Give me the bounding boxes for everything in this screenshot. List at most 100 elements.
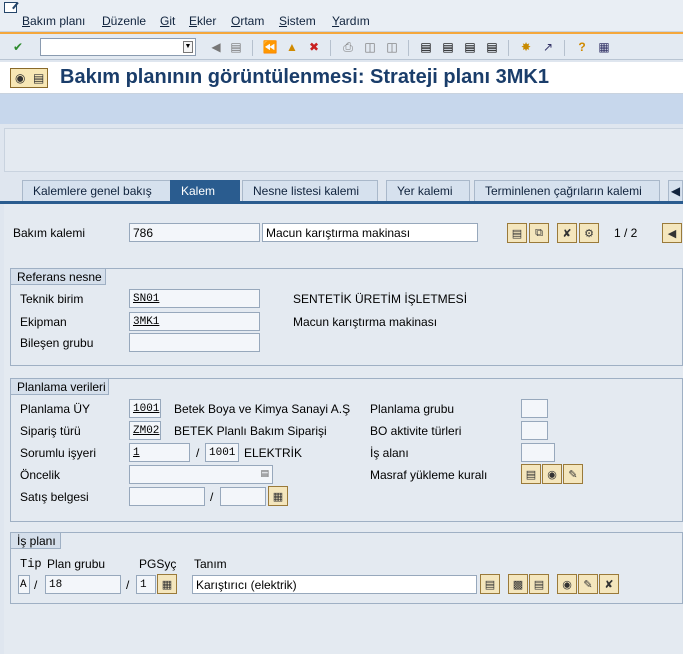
planning-data-group xyxy=(10,378,683,522)
task-description-field[interactable]: Karıştırıcı (elektrik) xyxy=(192,575,477,594)
page-title: Bakım planının görüntülenmesi: Strateji … xyxy=(60,66,549,88)
workcenter-description: ELEKTRİK xyxy=(244,446,303,460)
last-page-icon[interactable]: ▤ xyxy=(484,39,500,55)
order-type-label: Sipariş türü xyxy=(20,424,81,438)
equipment-field[interactable]: 3MK1 xyxy=(129,312,260,331)
application-toolbar xyxy=(0,94,683,124)
menu-duzenle[interactable]: Düzenle xyxy=(102,14,146,28)
task-list-title: İş planı xyxy=(11,533,61,549)
tab-terminlenen-cagrilarin-kalemi[interactable]: Terminlenen çağrıların kalemi xyxy=(474,180,660,202)
menu-yardim[interactable]: Yardım xyxy=(332,14,370,28)
back-arrow-icon[interactable]: ◀ xyxy=(208,39,224,55)
planning-plant-label: Planlama ÜY xyxy=(20,402,91,416)
planning-data-title: Planlama verileri xyxy=(11,379,109,395)
col-description-header: Tanım xyxy=(194,557,227,571)
find-next-icon[interactable]: ◫ xyxy=(384,39,400,55)
tab-nesne-listesi-kalemi[interactable]: Nesne listesi kalemi xyxy=(242,180,378,202)
next-page-icon[interactable]: ▤ xyxy=(462,39,478,55)
new-session-icon[interactable]: ✸ xyxy=(518,39,534,55)
menu-git[interactable]: Git xyxy=(160,14,175,28)
standard-toolbar: ✔ ▼ ◀ ▤ ⏪ ▲ ✖ ⎙ ◫ ◫ ▤ ▤ ▤ ▤ ✸ ↗ ? ▦ xyxy=(0,32,683,60)
planner-group-field[interactable] xyxy=(521,399,548,418)
tab-yer-kalemi[interactable]: Yer kalemi xyxy=(386,180,470,202)
order-type-field[interactable]: ZM02 xyxy=(129,421,161,440)
history-dropdown-icon[interactable]: ▼ xyxy=(183,41,193,53)
col-type-header: Tip xyxy=(20,557,42,571)
shortcut-icon[interactable]: ↗ xyxy=(540,39,556,55)
help-icon[interactable]: ? xyxy=(574,39,590,55)
planning-plant-field[interactable]: 1001 xyxy=(129,399,161,418)
item-description-field[interactable]: Macun karıştırma makinası xyxy=(262,223,478,242)
task-slash: / xyxy=(34,578,38,592)
menu-ortam[interactable]: Ortam xyxy=(231,14,264,28)
workcenter-plant-field[interactable]: 1001 xyxy=(205,443,239,462)
settlement-rule-edit-icon[interactable]: ✎ xyxy=(563,464,583,484)
responsible-workcenter-field[interactable]: 1 xyxy=(129,443,190,462)
first-page-icon[interactable]: ▤ xyxy=(418,39,434,55)
item-number-field[interactable]: 786 xyxy=(129,223,260,242)
priority-select[interactable]: ▤ xyxy=(129,465,273,484)
item-pager: 1 / 2 xyxy=(614,226,638,240)
menu-bar: Bakım planı Düzenle Git Ekler Ortam Sist… xyxy=(0,0,683,32)
previous-item-icon[interactable]: ◀ xyxy=(662,223,682,243)
task-delete-icon[interactable]: ✘ xyxy=(599,574,619,594)
glasses-icon: ◉ xyxy=(15,71,26,85)
copy-item-icon[interactable]: ⧉ xyxy=(529,223,549,243)
activity-type-field[interactable] xyxy=(521,421,548,440)
toolbar-separator xyxy=(564,40,565,56)
task-group-field[interactable]: 18 xyxy=(45,575,121,594)
assembly-label: Bileşen grubu xyxy=(20,336,94,350)
sales-item-field[interactable] xyxy=(220,487,266,506)
command-field[interactable]: ▼ xyxy=(40,38,196,56)
equipment-description: Macun karıştırma makinası xyxy=(293,315,438,329)
title-display-button[interactable]: ◉ ▤ xyxy=(10,68,48,88)
sales-document-field[interactable] xyxy=(129,487,205,506)
task-search-icon[interactable]: ▦ xyxy=(157,574,177,594)
responsible-workcenter-label: Sorumlu işyeri xyxy=(20,446,97,460)
assembly-field[interactable] xyxy=(129,333,260,352)
tab-kalem[interactable]: Kalem xyxy=(170,180,240,202)
task-overview-icon[interactable]: ▩ xyxy=(508,574,528,594)
delete-item-icon[interactable]: ✘ xyxy=(557,223,577,243)
save-icon[interactable]: ▤ xyxy=(228,39,244,55)
task-counter-slash: / xyxy=(126,578,130,592)
item-label: Bakım kalemi xyxy=(13,226,86,240)
business-area-field[interactable] xyxy=(521,443,555,462)
find-icon[interactable]: ◫ xyxy=(362,39,378,55)
system-menu-icon[interactable] xyxy=(4,2,17,13)
print-icon[interactable]: ⎙ xyxy=(340,39,356,55)
previous-page-icon[interactable]: ▤ xyxy=(440,39,456,55)
enter-checkmark-icon[interactable]: ✔ xyxy=(10,39,26,55)
task-glasses-icon[interactable]: ◉ xyxy=(557,574,577,594)
menu-ekler[interactable]: Ekler xyxy=(189,14,216,28)
toolbar-separator xyxy=(330,40,331,56)
header-area xyxy=(4,128,683,172)
settlement-rule-glasses-icon[interactable]: ◉ xyxy=(542,464,562,484)
task-type-field[interactable]: A xyxy=(18,575,30,594)
settlement-rule-display-icon[interactable]: ▤ xyxy=(521,464,541,484)
planning-plant-description: Betek Boya ve Kimya Sanayi A.Ş xyxy=(174,402,351,416)
item-detail-icon[interactable]: ⚙ xyxy=(579,223,599,243)
menu-bakim-plani[interactable]: Bakım planı xyxy=(22,14,85,28)
equipment-label: Ekipman xyxy=(20,315,67,329)
create-item-icon[interactable]: ▤ xyxy=(507,223,527,243)
customize-layout-icon[interactable]: ▦ xyxy=(596,39,612,55)
menu-sistem[interactable]: Sistem xyxy=(279,14,316,28)
cancel-icon[interactable]: ✖ xyxy=(306,39,322,55)
tab-kalemlere-genel-bakis[interactable]: Kalemlere genel bakış xyxy=(22,180,172,202)
priority-label: Öncelik xyxy=(20,468,61,482)
task-create-icon[interactable]: ▤ xyxy=(529,574,549,594)
task-display-icon[interactable]: ▤ xyxy=(480,574,500,594)
sales-search-icon[interactable]: ▦ xyxy=(268,486,288,506)
title-bar: ◉ ▤ Bakım planının görüntülenmesi: Strat… xyxy=(0,62,683,94)
order-type-description: BETEK Planlı Bakım Siparişi xyxy=(174,424,327,438)
activity-type-label: BO aktivite türleri xyxy=(370,424,462,438)
tab-scroll-left-icon[interactable]: ◀ xyxy=(668,180,683,202)
back-icon[interactable]: ⏪ xyxy=(262,39,278,55)
tech-object-field[interactable]: SN01 xyxy=(129,289,260,308)
task-counter-field[interactable]: 1 xyxy=(136,575,156,594)
task-edit-icon[interactable]: ✎ xyxy=(578,574,598,594)
exit-icon[interactable]: ▲ xyxy=(284,39,300,55)
sales-slash: / xyxy=(210,490,214,504)
planner-group-label: Planlama grubu xyxy=(370,402,455,416)
